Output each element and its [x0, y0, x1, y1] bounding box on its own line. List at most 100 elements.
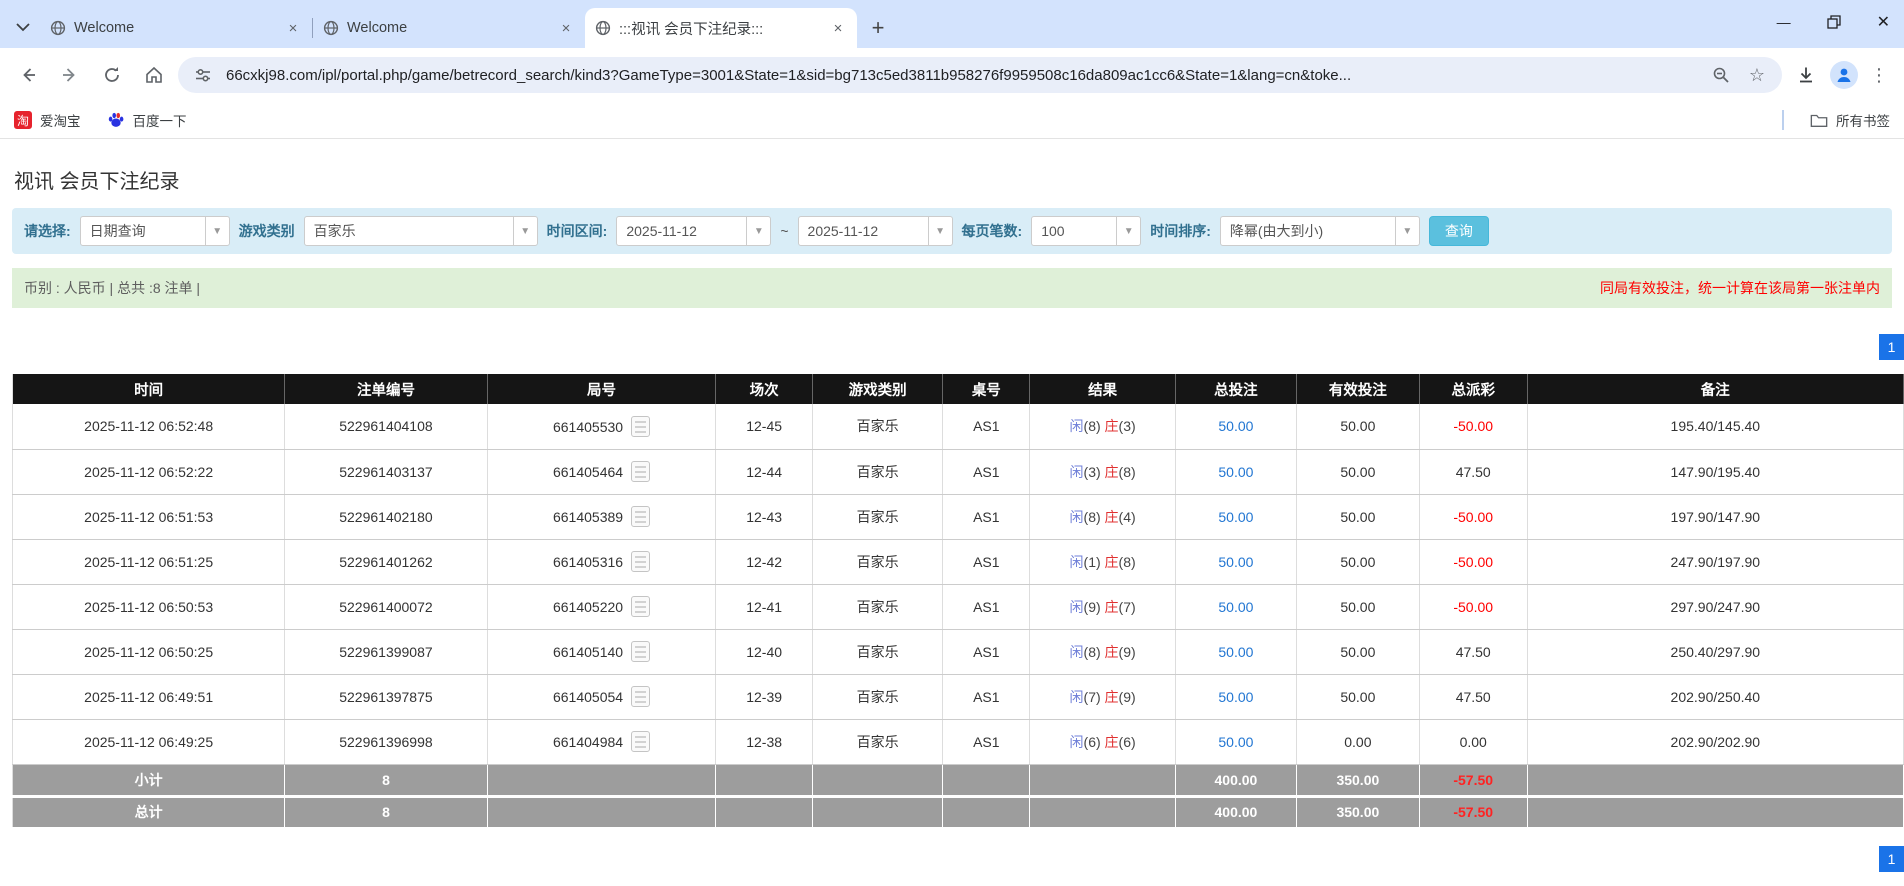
cell-time: 2025-11-12 06:51:53: [11, 494, 286, 540]
all-bookmarks-button[interactable]: 所有书签: [1810, 110, 1890, 130]
new-tab-button[interactable]: +: [863, 13, 893, 43]
profile-avatar[interactable]: [1830, 61, 1858, 89]
cell-time: 2025-11-12 06:49:51: [11, 674, 286, 720]
date-to-value: 2025-11-12: [807, 223, 879, 239]
query-type-select[interactable]: 日期查询 ▼: [79, 216, 230, 246]
result-banker-label: 庄: [1104, 643, 1119, 660]
date-from-value: 2025-11-12: [626, 223, 697, 239]
result-banker-label: 庄: [1104, 553, 1119, 570]
bookmark-star-icon[interactable]: ☆: [1744, 62, 1770, 88]
forward-button[interactable]: [52, 57, 88, 93]
browser-tabstrip: Welcome × Welcome × :::视讯 会员下注纪录::: × + …: [0, 0, 1904, 48]
tab-close-icon[interactable]: ×: [829, 19, 847, 37]
total-bet-link[interactable]: 50.00: [1218, 689, 1253, 705]
round-detail-icon[interactable]: [631, 731, 651, 752]
downloads-button[interactable]: [1788, 57, 1824, 93]
result-banker-points: (3): [1118, 418, 1136, 435]
page-number-button[interactable]: 1: [1879, 334, 1904, 360]
cell-time: 2025-11-12 06:50:53: [11, 584, 286, 630]
date-from-input[interactable]: 2025-11-12 ▼: [616, 216, 772, 246]
result-player-points: (1): [1083, 553, 1105, 570]
subtotal-row: 小计 8 400.00 350.00 -57.50: [11, 764, 1904, 798]
result-banker-points: (8): [1118, 553, 1136, 570]
cell-valid-bet: 50.00: [1296, 584, 1420, 630]
url-bar[interactable]: 66cxkj98.com/ipl/portal.php/game/betreco…: [178, 57, 1782, 93]
round-detail-icon[interactable]: [631, 461, 651, 482]
total-bet-link[interactable]: 50.00: [1218, 599, 1253, 615]
table-body: 2025-11-12 06:52:48 522961404108 661405530…: [11, 404, 1904, 765]
cell-table-no: AS1: [942, 449, 1031, 495]
cell-game-type: 百家乐: [812, 449, 944, 495]
reload-icon: [105, 67, 119, 82]
tab-welcome-1[interactable]: Welcome ×: [40, 8, 312, 48]
bookmark-aitaobao[interactable]: 淘 爱淘宝: [14, 110, 81, 130]
cell-result: 闲(8) 庄(4): [1029, 494, 1176, 540]
table-row: 2025-11-12 06:49:25 522961396998 661404984…: [11, 719, 1904, 765]
total-valid-bet: 350.00: [1296, 796, 1420, 830]
total-bet-link[interactable]: 50.00: [1218, 464, 1253, 480]
total-row: 总计 8 400.00 350.00 -57.50: [11, 796, 1904, 830]
url-text[interactable]: 66cxkj98.com/ipl/portal.php/game/betreco…: [226, 67, 1698, 84]
tab-close-icon[interactable]: ×: [284, 19, 302, 37]
result-banker-label: 庄: [1104, 508, 1119, 525]
back-button[interactable]: [10, 57, 46, 93]
date-to-input[interactable]: 2025-11-12 ▼: [797, 216, 953, 246]
round-detail-icon[interactable]: [631, 686, 651, 707]
cell-session: 12-43: [715, 494, 813, 540]
tab-bet-record-active[interactable]: :::视讯 会员下注纪录::: ×: [585, 8, 857, 48]
round-detail-icon[interactable]: [631, 596, 651, 617]
result-banker-label: 庄: [1104, 463, 1119, 480]
subtotal-total-bet: 400.00: [1175, 764, 1297, 798]
total-bet-link[interactable]: 50.00: [1218, 509, 1253, 525]
total-bet-link[interactable]: 50.00: [1218, 418, 1253, 434]
cell-table-no: AS1: [942, 584, 1031, 630]
baidu-paw-icon: [108, 112, 123, 127]
minimize-button[interactable]: —: [1777, 14, 1791, 30]
cell-session: 12-41: [715, 584, 813, 630]
round-detail-icon[interactable]: [631, 506, 651, 527]
page-number-button[interactable]: 1: [1879, 845, 1904, 872]
total-bet-link[interactable]: 50.00: [1218, 644, 1253, 660]
page-size-select[interactable]: 100 ▼: [1031, 216, 1142, 246]
cell-valid-bet: 50.00: [1296, 539, 1420, 585]
cell-round-no: 661405220: [487, 584, 717, 630]
site-info-icon[interactable]: [190, 62, 216, 88]
round-detail-icon[interactable]: [631, 415, 651, 437]
zoom-out-icon[interactable]: [1708, 62, 1734, 88]
round-detail-icon[interactable]: [631, 551, 651, 572]
cell-session: 12-44: [715, 449, 813, 495]
cell-session: 12-45: [715, 404, 813, 450]
total-bet-link[interactable]: 50.00: [1218, 734, 1253, 750]
cell-note: 195.40/145.40: [1527, 404, 1904, 450]
menu-more-icon[interactable]: ⋮: [1864, 65, 1894, 86]
result-banker-points: (8): [1118, 463, 1136, 480]
total-bet-link[interactable]: 50.00: [1218, 554, 1253, 570]
table-row: 2025-11-12 06:50:25 522961399087 661405140…: [11, 629, 1904, 675]
cell-payout: 47.50: [1419, 449, 1528, 495]
cell-total-bet: 50.00: [1175, 719, 1297, 765]
tab-close-icon[interactable]: ×: [557, 19, 575, 37]
cell-payout: 47.50: [1419, 674, 1528, 720]
bookmark-baidu[interactable]: 百度一下: [107, 110, 187, 130]
round-detail-icon[interactable]: [631, 641, 651, 662]
result-player-points: (8): [1083, 508, 1105, 525]
cell-note: 147.90/195.40: [1527, 449, 1904, 495]
game-type-select[interactable]: 百家乐 ▼: [303, 216, 538, 246]
close-window-button[interactable]: ✕: [1877, 12, 1890, 32]
cell-total-bet: 50.00: [1175, 629, 1297, 675]
restore-button[interactable]: [1826, 15, 1841, 29]
globe-icon: [595, 20, 611, 36]
round-no-text: 661405464: [552, 464, 624, 480]
tab-search-button[interactable]: [6, 10, 40, 44]
cell-table-no: AS1: [942, 539, 1031, 585]
table-row: 2025-11-12 06:52:48 522961404108 661405530…: [11, 404, 1904, 450]
round-no-text: 661405054: [552, 689, 624, 705]
table-row: 2025-11-12 06:50:53 522961400072 661405220…: [11, 584, 1904, 630]
search-button[interactable]: 查询: [1428, 216, 1489, 246]
home-icon: [146, 66, 162, 83]
home-button[interactable]: [136, 57, 172, 93]
result-player-label: 闲: [1069, 508, 1084, 525]
reload-button[interactable]: [94, 57, 130, 93]
sort-order-select[interactable]: 降幂(由大到小) ▼: [1219, 216, 1420, 246]
tab-welcome-2[interactable]: Welcome ×: [313, 8, 585, 48]
